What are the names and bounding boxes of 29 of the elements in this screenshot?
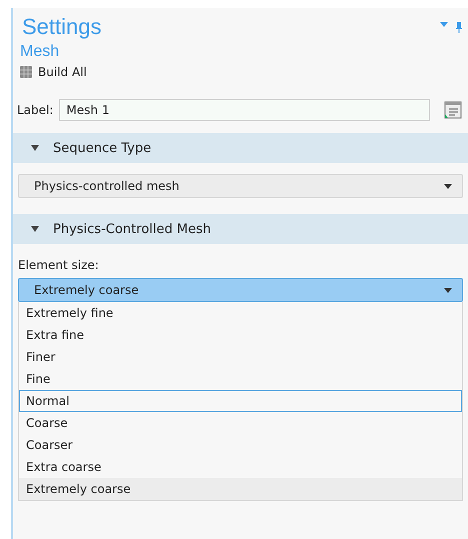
element-size-dropdown[interactable]: Extremely coarse bbox=[18, 278, 463, 302]
section-title: Physics-Controlled Mesh bbox=[53, 222, 211, 236]
caret-icon bbox=[444, 184, 452, 188]
panel-subtitle: Mesh bbox=[19, 42, 60, 61]
dropdown-option[interactable]: Coarser bbox=[19, 434, 462, 456]
section-header[interactable]: Sequence Type bbox=[13, 133, 468, 163]
section-header[interactable]: Physics-Controlled Mesh bbox=[13, 214, 468, 244]
dropdown-option[interactable]: Extremely coarse bbox=[19, 478, 462, 500]
caret-icon[interactable] bbox=[440, 22, 448, 27]
label-caption: Label: bbox=[17, 103, 54, 117]
expand-icon bbox=[31, 226, 39, 232]
dropdown-option[interactable]: Extremely fine bbox=[19, 302, 462, 324]
caret-icon bbox=[444, 288, 452, 292]
dropdown-option[interactable]: Coarse bbox=[19, 412, 462, 434]
build-all-button[interactable]: Build All bbox=[20, 65, 87, 79]
element-size-label: Element size: bbox=[17, 257, 100, 272]
pin-icon[interactable] bbox=[456, 22, 462, 33]
dropdown-option[interactable]: Finer bbox=[19, 346, 462, 368]
dropdown-option[interactable]: Normal bbox=[19, 390, 462, 412]
sequence-type-dropdown[interactable]: Physics-controlled mesh bbox=[18, 174, 463, 198]
panel-title: Settings bbox=[22, 14, 102, 40]
comment-icon[interactable] bbox=[444, 101, 462, 119]
dropdown-option[interactable]: Extra fine bbox=[19, 324, 462, 346]
section-title: Sequence Type bbox=[53, 140, 152, 156]
dropdown-option[interactable]: Extra coarse bbox=[19, 456, 462, 478]
label-field[interactable]: Mesh 1 bbox=[59, 99, 430, 121]
grid-icon bbox=[20, 66, 32, 78]
expand-icon bbox=[31, 145, 39, 151]
dropdown-option[interactable]: Fine bbox=[19, 368, 462, 390]
